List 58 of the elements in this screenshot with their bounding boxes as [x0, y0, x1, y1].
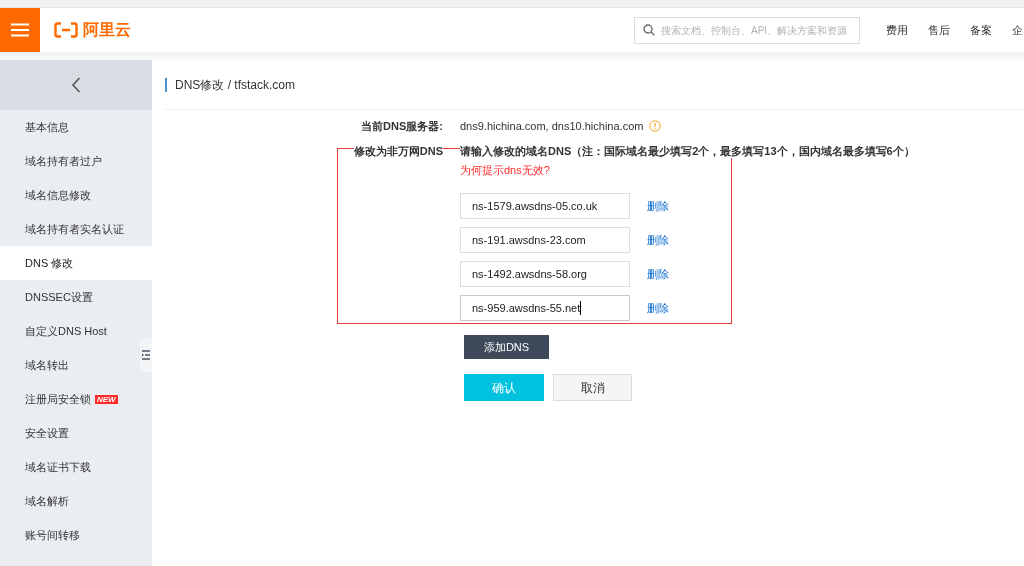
sidebar-item[interactable]: 域名证书下载: [0, 450, 138, 484]
title-accent-bar: [165, 77, 167, 92]
sidebar-item[interactable]: 注册局安全锁 NEW: [0, 382, 138, 416]
field-label: 当前DNS服务器:: [360, 119, 443, 134]
delete-link[interactable]: 删除: [647, 231, 669, 249]
logo-text: 阿里云: [83, 22, 131, 38]
sidebar-item-label: 注册局安全锁: [25, 391, 91, 407]
sidebar-item[interactable]: 域名持有者实名认证: [0, 212, 138, 246]
nav-link[interactable]: 企: [1012, 21, 1023, 39]
dns-input[interactable]: ns-1492.awsdns-58.org: [460, 261, 630, 287]
sidebar-item[interactable]: 安全设置: [0, 416, 138, 450]
sidebar-item[interactable]: 账号间转移: [0, 518, 138, 552]
delete-link[interactable]: 删除: [647, 197, 669, 215]
delete-link[interactable]: 删除: [647, 299, 669, 317]
sidebar-item-label: DNS 修改: [25, 255, 74, 271]
nav-link[interactable]: 费用: [886, 21, 908, 39]
dns-input[interactable]: ns-959.awsdns-55.net: [460, 295, 630, 321]
sidebar-item[interactable]: DNS 修改: [0, 246, 152, 280]
sidebar-item-label: 域名持有者实名认证: [25, 221, 124, 237]
search-field[interactable]: 搜索文档、控制台、API、解决方案和资源: [634, 16, 860, 44]
menu-icon: [11, 23, 29, 37]
new-badge: NEW: [95, 394, 118, 404]
outdent-icon: [142, 350, 150, 360]
sidebar-item[interactable]: 基本信息: [0, 110, 138, 144]
help-link[interactable]: 为何提示dns无效?: [460, 161, 550, 179]
add-dns-button[interactable]: 添加DNS: [464, 335, 549, 359]
current-dns-value: dns9.hichina.com, dns10.hichina.com: [460, 119, 644, 134]
field-label: 修改为非万网DNS: [353, 144, 443, 158]
menu-button[interactable]: [0, 8, 40, 52]
sidebar-item[interactable]: 域名转出: [0, 348, 138, 382]
sidebar-item[interactable]: DNSSEC设置: [0, 280, 138, 314]
delete-link[interactable]: 删除: [647, 265, 669, 283]
sidebar-item[interactable]: 域名持有者过户: [0, 144, 138, 178]
dns-input[interactable]: ns-1579.awsdns-05.co.uk: [460, 193, 630, 219]
nav-link[interactable]: 售后: [928, 21, 950, 39]
sidebar-item-label: 自定义DNS Host: [25, 323, 107, 339]
breadcrumb: DNS修改 / tfstack.com: [175, 76, 296, 94]
chevron-left-icon: [71, 77, 81, 93]
sidebar-item[interactable]: 域名解析: [0, 484, 138, 518]
sidebar-item[interactable]: 自定义DNS Host: [0, 314, 138, 348]
cancel-button[interactable]: 取消: [553, 374, 632, 401]
sidebar-item-label: 账号间转移: [25, 527, 80, 543]
logo-icon: [54, 22, 78, 38]
sidebar-item-label: 域名持有者过户: [25, 153, 102, 169]
text-cursor: [580, 301, 582, 315]
sidebar-item-label: 域名转出: [25, 357, 69, 373]
sidebar-item-label: 域名证书下载: [25, 459, 91, 475]
info-icon: [649, 120, 662, 132]
nav-link[interactable]: 备案: [970, 21, 992, 39]
search-icon: [643, 24, 655, 36]
sidebar-item-label: 安全设置: [25, 425, 69, 441]
sidebar-item-label: 域名解析: [25, 493, 69, 509]
sidebar-item[interactable]: 域名信息修改: [0, 178, 138, 212]
sidebar-item-label: DNSSEC设置: [25, 289, 93, 305]
dns-input[interactable]: ns-191.awsdns-23.com: [460, 227, 630, 253]
sidebar-item-label: 基本信息: [25, 119, 69, 135]
collapse-handle[interactable]: [140, 338, 152, 372]
sidebar-item-label: 域名信息修改: [25, 187, 91, 203]
